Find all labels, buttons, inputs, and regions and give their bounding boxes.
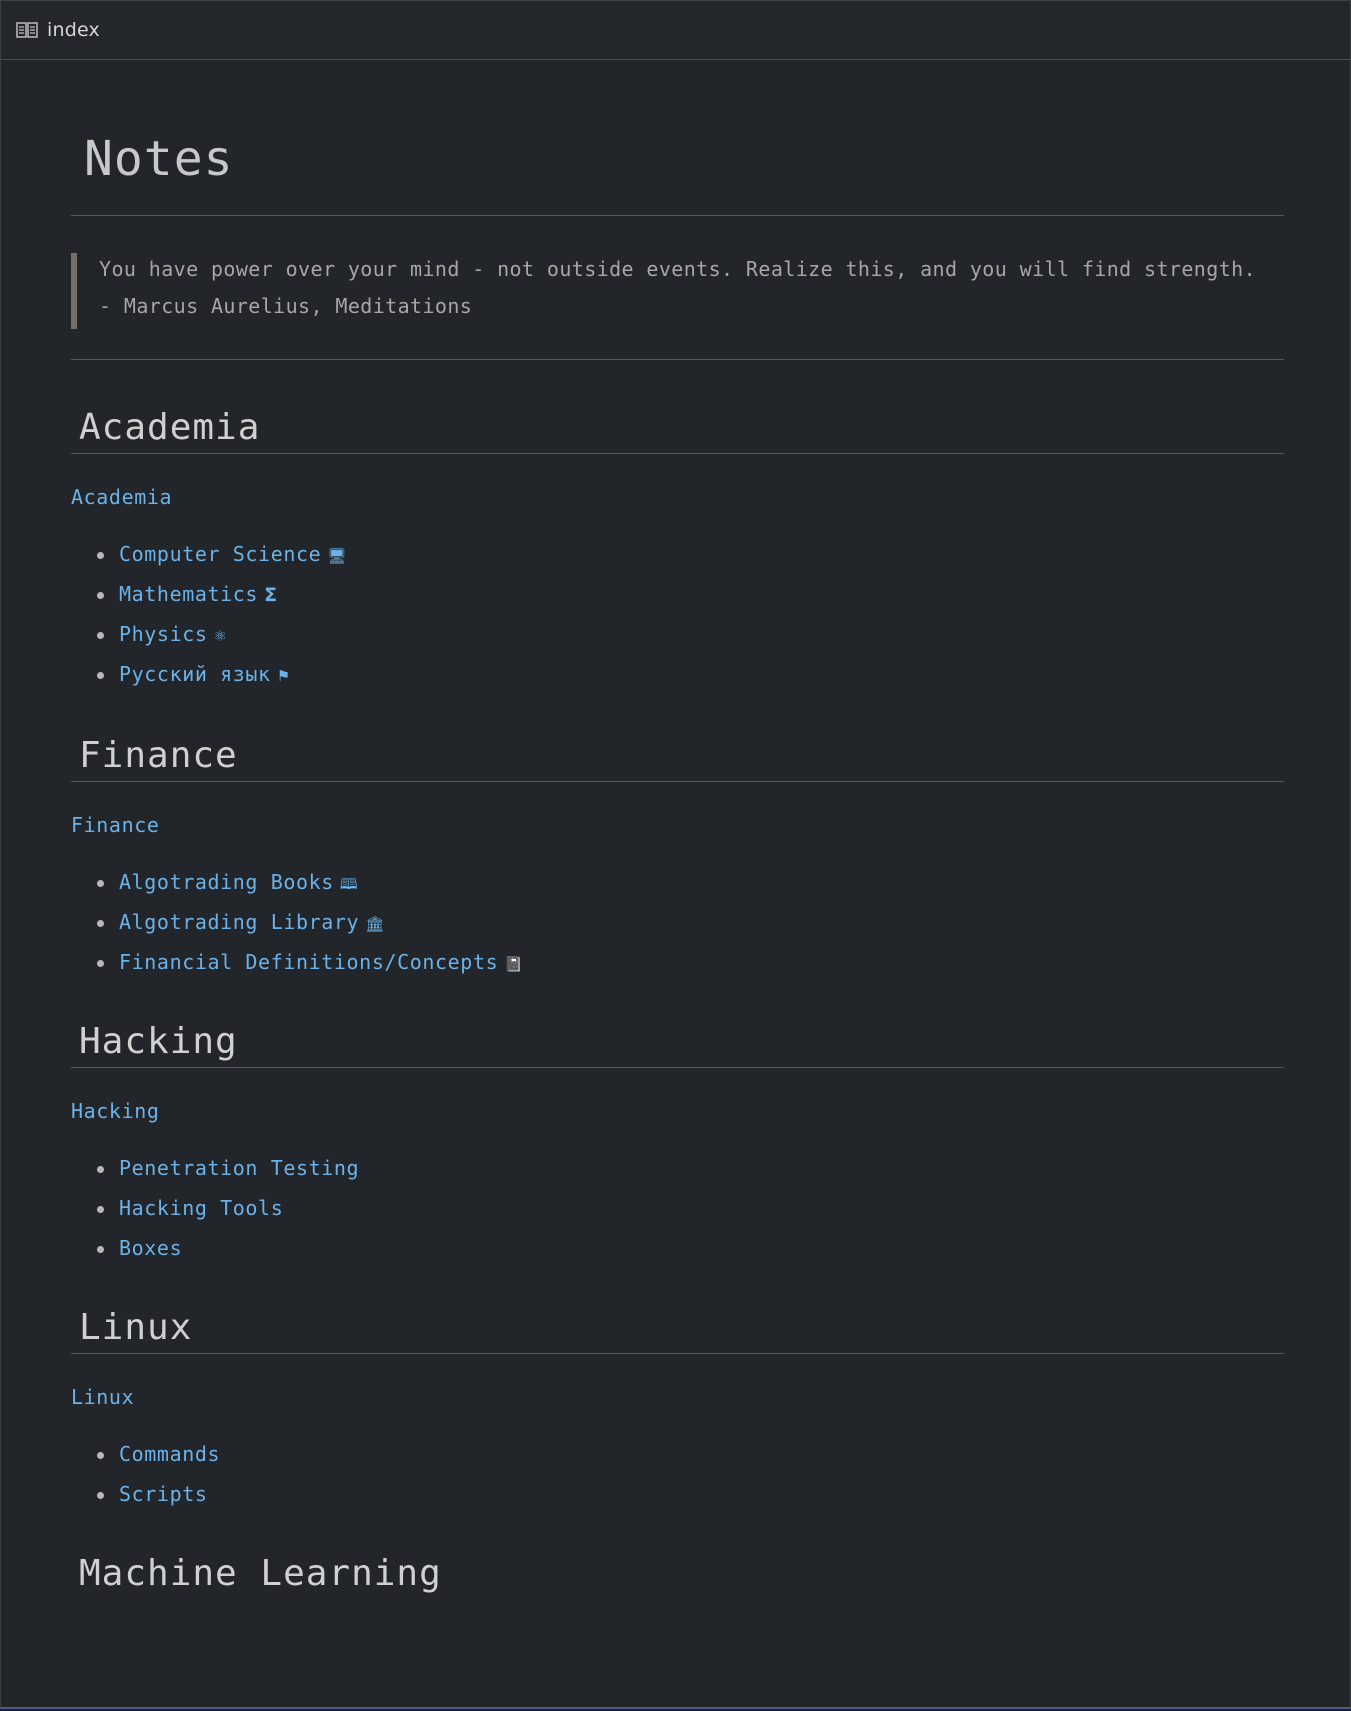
link-algotrading-library[interactable]: Algotrading Library 🏛 bbox=[119, 910, 385, 934]
section-machine-learning: Machine Learning bbox=[71, 1556, 1284, 1599]
sigma-icon: Σ bbox=[264, 584, 278, 606]
section-divider bbox=[71, 1353, 1284, 1354]
title-divider bbox=[71, 215, 1284, 216]
tab-bar: index bbox=[1, 1, 1350, 60]
list-item: Financial Definitions/Concepts 📓 bbox=[97, 950, 1284, 990]
section-link-linux[interactable]: Linux bbox=[71, 1385, 1284, 1409]
list-item: Scripts bbox=[97, 1482, 1284, 1522]
section-link-finance[interactable]: Finance bbox=[71, 813, 1284, 837]
flag-icon: ⚑ bbox=[276, 667, 291, 685]
quote-divider bbox=[71, 359, 1284, 360]
section-heading: Hacking bbox=[79, 1021, 238, 1062]
list-item: Computer Science 🖥 bbox=[97, 542, 1284, 582]
section-heading: Machine Learning bbox=[79, 1553, 442, 1594]
list-item: Commands bbox=[97, 1442, 1284, 1482]
link-boxes[interactable]: Boxes bbox=[119, 1236, 182, 1260]
section-link-hacking[interactable]: Hacking bbox=[71, 1099, 1284, 1123]
book-icon: 🕮 bbox=[339, 875, 359, 893]
link-commands[interactable]: Commands bbox=[119, 1442, 220, 1466]
section-linux: Linux Linux Commands Scripts bbox=[71, 1310, 1284, 1522]
section-academia: Academia Academia Computer Science 🖥 Math… bbox=[71, 410, 1284, 702]
link-scripts[interactable]: Scripts bbox=[119, 1482, 208, 1506]
section-heading: Finance bbox=[79, 735, 238, 776]
linux-list: Commands Scripts bbox=[71, 1442, 1284, 1522]
section-divider bbox=[71, 453, 1284, 454]
link-financial-definitions[interactable]: Financial Definitions/Concepts 📓 bbox=[119, 950, 524, 974]
section-link-academia[interactable]: Academia bbox=[71, 485, 1284, 509]
book-icon bbox=[16, 22, 38, 38]
page-title: Notes bbox=[84, 131, 234, 187]
link-penetration-testing[interactable]: Penetration Testing bbox=[119, 1156, 359, 1180]
section-finance: Finance Finance Algotrading Books 🕮 Algot… bbox=[71, 738, 1284, 990]
section-hacking: Hacking Hacking Penetration Testing Hack… bbox=[71, 1024, 1284, 1276]
section-divider bbox=[71, 1067, 1284, 1068]
list-item: Physics ⚛ bbox=[97, 622, 1284, 662]
link-hacking-tools[interactable]: Hacking Tools bbox=[119, 1196, 283, 1220]
section-heading: Linux bbox=[79, 1307, 193, 1348]
hacking-list: Penetration Testing Hacking Tools Boxes bbox=[71, 1156, 1284, 1276]
link-physics[interactable]: Physics ⚛ bbox=[119, 622, 228, 646]
link-russian[interactable]: Русский язык ⚑ bbox=[119, 662, 291, 686]
section-divider bbox=[71, 781, 1284, 782]
atom-icon: ⚛ bbox=[213, 627, 228, 645]
list-item: Penetration Testing bbox=[97, 1156, 1284, 1196]
list-item: Hacking Tools bbox=[97, 1196, 1284, 1236]
list-item: Русский язык ⚑ bbox=[97, 662, 1284, 702]
computer-icon: 🖥 bbox=[327, 547, 347, 565]
library-icon: 🏛 bbox=[365, 915, 385, 933]
link-algotrading-books[interactable]: Algotrading Books 🕮 bbox=[119, 870, 358, 894]
list-item: Mathematics Σ bbox=[97, 582, 1284, 622]
notebook-icon: 📓 bbox=[504, 955, 524, 973]
link-mathematics[interactable]: Mathematics Σ bbox=[119, 582, 278, 606]
note-content: Notes You have power over your mind - no… bbox=[71, 61, 1284, 1599]
list-item: Algotrading Library 🏛 bbox=[97, 910, 1284, 950]
finance-list: Algotrading Books 🕮 Algotrading Library 🏛 … bbox=[71, 870, 1284, 990]
list-item: Boxes bbox=[97, 1236, 1284, 1276]
quote-block: You have power over your mind - not outs… bbox=[71, 253, 1284, 329]
link-computer-science[interactable]: Computer Science 🖥 bbox=[119, 542, 347, 566]
section-heading: Academia bbox=[79, 407, 261, 448]
tab-title[interactable]: index bbox=[47, 19, 100, 41]
academia-list: Computer Science 🖥 Mathematics Σ Physics ⚛ … bbox=[71, 542, 1284, 702]
note-window: index Notes You have power over your min… bbox=[0, 0, 1351, 1709]
quote-attribution: - Marcus Aurelius, Meditations bbox=[99, 294, 473, 318]
quote-text: You have power over your mind - not outs… bbox=[99, 257, 1257, 281]
list-item: Algotrading Books 🕮 bbox=[97, 870, 1284, 910]
